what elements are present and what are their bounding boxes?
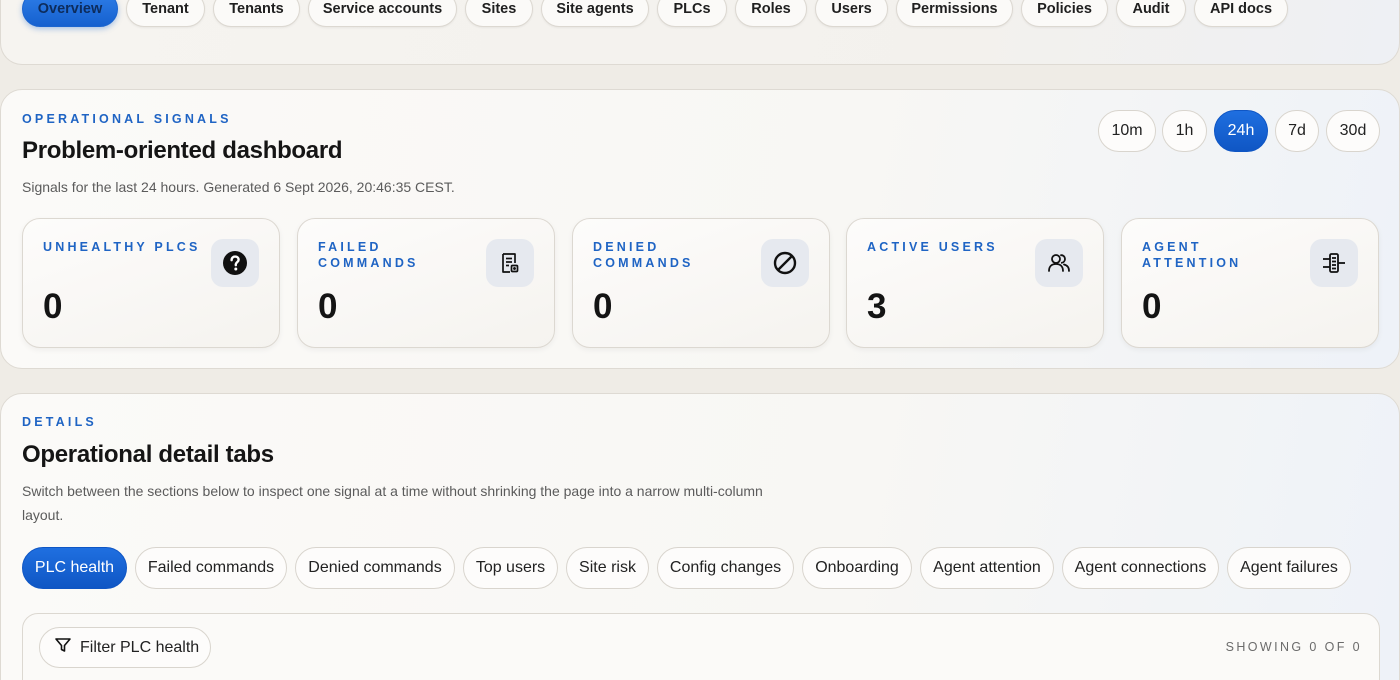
signals-eyebrow: OPERATIONAL SIGNALS xyxy=(22,112,232,126)
tab-agent-failures[interactable]: Agent failures xyxy=(1227,547,1351,589)
nav-api-docs[interactable]: API docs xyxy=(1194,0,1288,27)
range-24h[interactable]: 24h xyxy=(1214,110,1268,152)
top-nav: Overview Tenant Tenants Service accounts… xyxy=(0,0,1400,65)
signals-title: Problem-oriented dashboard xyxy=(22,137,343,164)
filter-bar: Filter PLC health SHOWING 0 OF 0 xyxy=(22,613,1380,680)
signals-panel: OPERATIONAL SIGNALS Problem-oriented das… xyxy=(0,89,1400,369)
filter-label: Filter PLC health xyxy=(80,638,200,656)
failed-document-icon xyxy=(486,239,534,287)
filter-icon xyxy=(54,636,72,659)
nav-tenants[interactable]: Tenants xyxy=(213,0,300,27)
metric-denied-commands[interactable]: DENIED COMMANDS 0 xyxy=(572,218,830,348)
details-subtitle-line2: layout. xyxy=(22,507,64,523)
tab-agent-attention[interactable]: Agent attention xyxy=(920,547,1054,589)
nav-audit[interactable]: Audit xyxy=(1116,0,1186,27)
nav-service-accounts[interactable]: Service accounts xyxy=(308,0,457,27)
ban-icon xyxy=(761,239,809,287)
details-title: Operational detail tabs xyxy=(22,441,274,468)
details-panel: DETAILS Operational detail tabs Switch b… xyxy=(0,393,1400,680)
metric-label: AGENT ATTENTION xyxy=(1142,240,1242,270)
agent-network-icon xyxy=(1310,239,1358,287)
showing-count: SHOWING 0 OF 0 xyxy=(1225,640,1362,654)
users-icon xyxy=(1035,239,1083,287)
nav-plcs[interactable]: PLCs xyxy=(657,0,727,27)
metric-failed-commands[interactable]: FAILED COMMANDS 0 xyxy=(297,218,555,348)
nav-policies[interactable]: Policies xyxy=(1021,0,1108,27)
nav-roles[interactable]: Roles xyxy=(735,0,807,27)
nav-overview[interactable]: Overview xyxy=(22,0,118,27)
nav-tenant[interactable]: Tenant xyxy=(126,0,205,27)
tab-config-changes[interactable]: Config changes xyxy=(657,547,794,589)
tab-site-risk[interactable]: Site risk xyxy=(566,547,649,589)
nav-users[interactable]: Users xyxy=(815,0,888,27)
range-30d[interactable]: 30d xyxy=(1326,110,1380,152)
nav-permissions[interactable]: Permissions xyxy=(896,0,1013,27)
range-7d[interactable]: 7d xyxy=(1275,110,1319,152)
metric-label: ACTIVE USERS xyxy=(867,240,998,254)
metric-value: 3 xyxy=(867,287,887,326)
range-10m[interactable]: 10m xyxy=(1098,110,1156,152)
details-subtitle-line1: Switch between the sections below to ins… xyxy=(22,483,763,499)
tab-failed-commands[interactable]: Failed commands xyxy=(135,547,287,589)
metric-unhealthy-plcs[interactable]: UNHEALTHY PLCS 0 xyxy=(22,218,280,348)
details-eyebrow: DETAILS xyxy=(22,415,97,429)
metric-label: UNHEALTHY PLCS xyxy=(43,240,201,254)
tab-plc-health[interactable]: PLC health xyxy=(22,547,127,589)
metric-agent-attention[interactable]: AGENT ATTENTION 0 xyxy=(1121,218,1379,348)
metric-value: 0 xyxy=(318,287,338,326)
tab-agent-connections[interactable]: Agent connections xyxy=(1062,547,1219,589)
nav-sites[interactable]: Sites xyxy=(465,0,533,27)
tab-top-users[interactable]: Top users xyxy=(463,547,558,589)
metric-value: 0 xyxy=(593,287,613,326)
question-circle-icon xyxy=(211,239,259,287)
metric-label: FAILED COMMANDS xyxy=(318,240,419,270)
metric-active-users[interactable]: ACTIVE USERS 3 xyxy=(846,218,1104,348)
metric-value: 0 xyxy=(43,287,63,326)
filter-plc-health-button[interactable]: Filter PLC health xyxy=(39,627,211,668)
details-subtitle: Switch between the sections below to ins… xyxy=(22,479,763,527)
metric-label: DENIED COMMANDS xyxy=(593,240,694,270)
signals-subtitle: Signals for the last 24 hours. Generated… xyxy=(22,179,455,195)
tab-onboarding[interactable]: Onboarding xyxy=(802,547,912,589)
range-1h[interactable]: 1h xyxy=(1162,110,1207,152)
metric-value: 0 xyxy=(1142,287,1162,326)
tab-denied-commands[interactable]: Denied commands xyxy=(295,547,455,589)
nav-site-agents[interactable]: Site agents xyxy=(541,0,649,27)
